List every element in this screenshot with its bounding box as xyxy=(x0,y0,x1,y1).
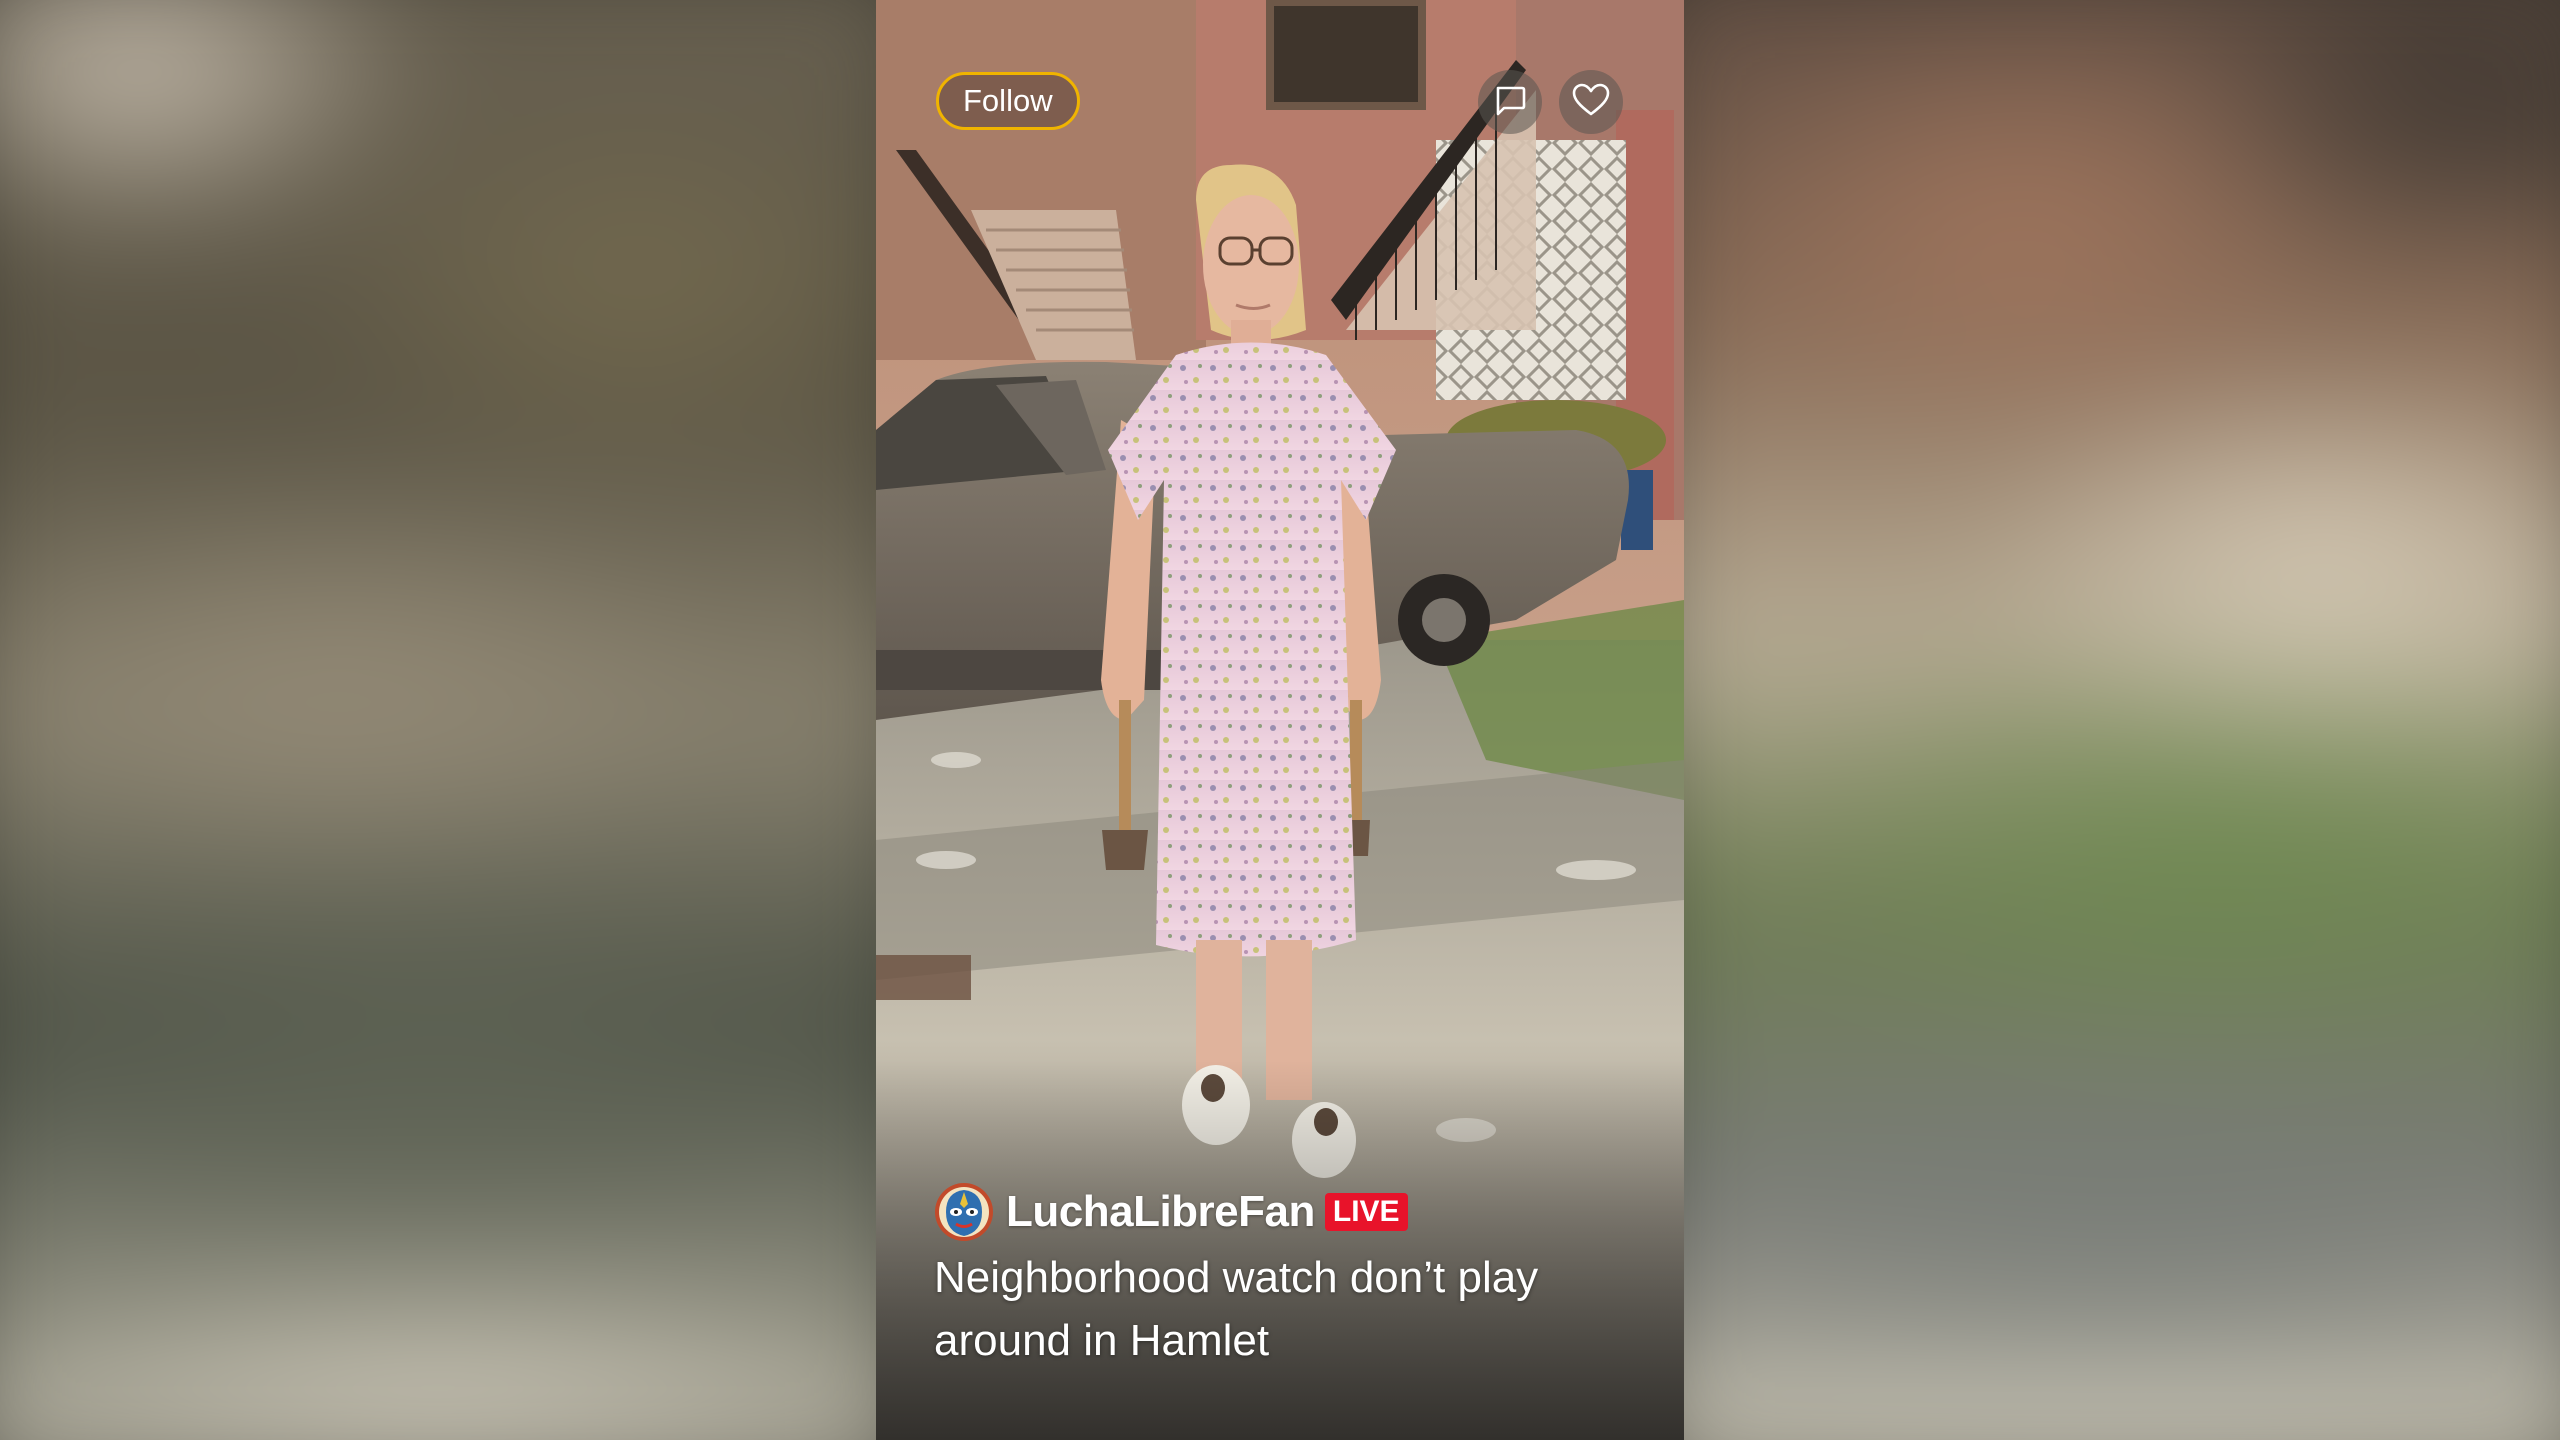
follow-button-label: Follow xyxy=(963,83,1053,118)
heart-icon xyxy=(1571,82,1611,122)
live-badge: LIVE xyxy=(1324,1193,1408,1231)
luchador-mask-icon xyxy=(935,1183,993,1241)
blurred-backdrop-right xyxy=(1684,0,2560,1440)
blurred-backdrop-left xyxy=(0,0,876,1440)
follow-button[interactable]: Follow xyxy=(936,72,1080,130)
video-frame[interactable]: Follow LuchaLibreFan LIVE Neighborhood w… xyxy=(876,0,1684,1440)
chat-bubble-icon xyxy=(1492,82,1528,122)
streamer-info: LuchaLibreFan LIVE xyxy=(934,1181,1408,1243)
like-button[interactable] xyxy=(1559,70,1623,134)
stream-title: Neighborhood watch don’t play around in … xyxy=(934,1253,1539,1365)
avatar[interactable] xyxy=(934,1182,994,1242)
streamer-username[interactable]: LuchaLibreFan xyxy=(1006,1187,1315,1237)
chat-button[interactable] xyxy=(1478,70,1542,134)
stream-viewer: Follow LuchaLibreFan LIVE Neighborhood w… xyxy=(0,0,2560,1440)
